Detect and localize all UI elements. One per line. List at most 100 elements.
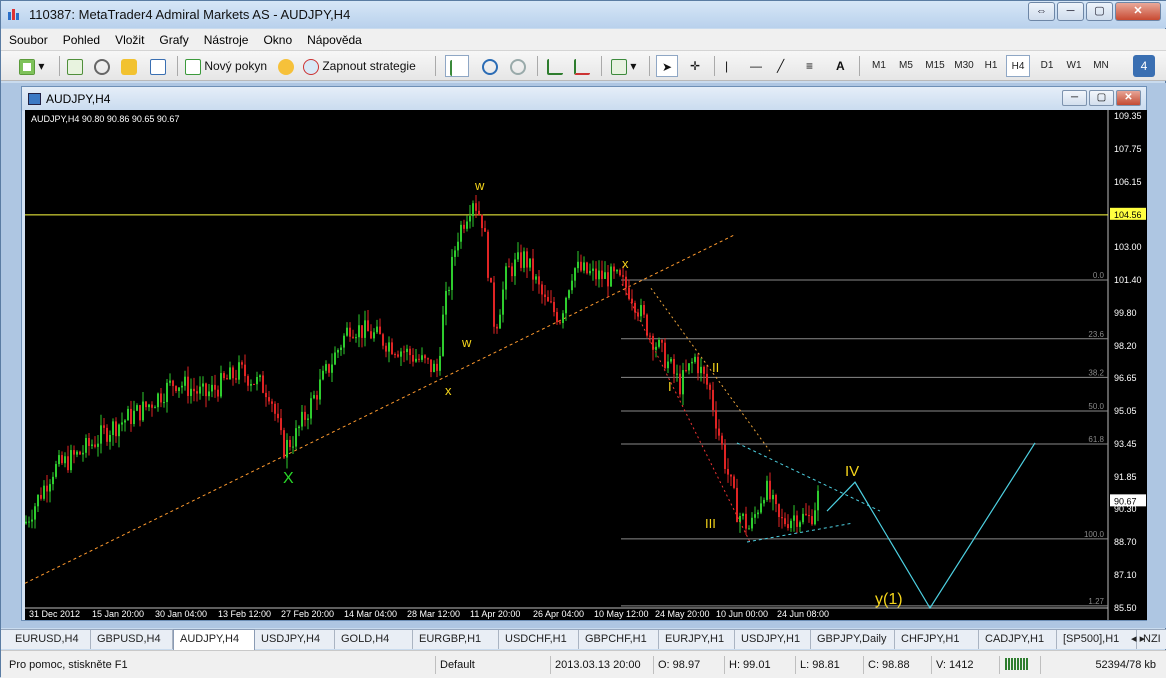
chart-tab[interactable]: CADJPY,H1 <box>979 630 1057 649</box>
candle-body <box>91 444 93 446</box>
candle-body <box>481 214 483 229</box>
chart-tab[interactable]: GBPJPY,Daily <box>811 630 895 649</box>
chart-tab[interactable]: EURUSD,H4 <box>9 630 91 649</box>
candle-body <box>235 378 237 380</box>
chart-close-button[interactable]: ✕ <box>1116 90 1141 106</box>
tf-m1[interactable]: M1 <box>867 55 891 77</box>
tf-m5[interactable]: M5 <box>894 55 918 77</box>
chart-tab[interactable]: CHFJPY,H1 <box>895 630 979 649</box>
chart-tab[interactable]: GOLD,H4 <box>335 630 413 649</box>
restore-arrows-button[interactable]: ⇔ <box>1028 2 1055 21</box>
tf-d1[interactable]: D1 <box>1035 55 1059 77</box>
chart-tab[interactable]: EURGBP,H1 <box>413 630 499 649</box>
chart-canvas[interactable]: 109.35 107.75 106.15 104.56 103.00 101.40 99.8… <box>24 110 1147 620</box>
crosshair-tool[interactable]: ✛ <box>685 55 705 77</box>
menu-grafy[interactable]: Grafy <box>151 29 195 47</box>
tf-h4[interactable]: H4 <box>1006 55 1030 77</box>
chart-minimize-button[interactable]: ─ <box>1062 90 1087 106</box>
candle-body <box>184 376 186 386</box>
candle-body <box>817 490 819 511</box>
tf-mn[interactable]: MN <box>1089 55 1113 77</box>
chart-shift-button[interactable] <box>574 55 590 77</box>
candle-body <box>115 421 117 437</box>
candle-body <box>508 266 510 268</box>
price-chart[interactable]: 109.35 107.75 106.15 104.56 103.00 101.40 99.8… <box>24 110 1147 620</box>
alert-button[interactable] <box>278 55 294 77</box>
vertical-line-tool[interactable]: | <box>725 55 735 77</box>
zoom-out-button[interactable] <box>510 55 526 77</box>
candle-body <box>466 221 468 229</box>
candle-body <box>535 276 537 280</box>
horizontal-line-tool[interactable]: — <box>750 55 766 77</box>
chart-tab[interactable]: USDCHF,H1 <box>499 630 579 649</box>
price-tick-label: 93.45 <box>1114 439 1137 449</box>
candle-body <box>343 335 345 348</box>
menu-nastroje[interactable]: Nástroje <box>196 29 256 47</box>
candle-body <box>805 513 807 515</box>
candle-body <box>361 325 363 338</box>
text-tool[interactable]: A <box>836 55 848 77</box>
chart-background <box>25 110 1147 620</box>
candle-body <box>85 438 87 453</box>
notifications-button[interactable]: 4 <box>1133 55 1155 77</box>
tf-w1[interactable]: W1 <box>1062 55 1086 77</box>
autotrading-label: Zapnout strategie <box>322 59 416 73</box>
candle-body <box>103 425 105 428</box>
chart-tab[interactable]: AUDJPY,H4 <box>173 629 255 650</box>
terminal-button[interactable] <box>150 55 166 77</box>
crosshair-nav-button[interactable] <box>94 55 110 77</box>
indicators-button[interactable]: ▾ <box>611 55 636 77</box>
chart-tab[interactable]: GBPCHF,H1 <box>579 630 659 649</box>
candle-body <box>133 410 135 424</box>
candle-body <box>760 503 762 513</box>
chart-maximize-button[interactable]: ▢ <box>1089 90 1114 106</box>
candle-body <box>691 361 693 364</box>
zoom-in-button[interactable] <box>482 55 498 77</box>
candle-body <box>463 224 465 229</box>
chart-tab[interactable]: USDJPY,H1 <box>735 630 811 649</box>
maximize-button[interactable]: ▢ <box>1086 2 1113 21</box>
vertical-line-icon: | <box>725 59 729 73</box>
tf-h1[interactable]: H1 <box>979 55 1003 77</box>
tile-windows-button[interactable] <box>547 55 563 77</box>
candle-body <box>58 455 60 465</box>
chart-tab[interactable]: GBPUSD,H4 <box>91 630 173 649</box>
zoom-out-icon <box>510 58 526 75</box>
tf-m30[interactable]: M30 <box>951 55 977 77</box>
profiles-button[interactable] <box>67 55 83 77</box>
new-chart-button[interactable]: ▾ <box>19 55 44 77</box>
candle-body <box>322 370 324 380</box>
minimize-button[interactable]: ─ <box>1057 2 1084 21</box>
tile-icon <box>547 58 563 75</box>
favorites-button[interactable] <box>121 55 137 77</box>
chart-ticker-info: AUDJPY,H4 90.80 90.86 90.65 90.67 <box>31 114 180 124</box>
candle-body <box>100 425 102 444</box>
tf-m15[interactable]: M15 <box>921 55 949 77</box>
new-order-button[interactable]: Nový pokyn <box>185 55 267 77</box>
chart-tab[interactable]: USDJPY,H4 <box>255 630 335 649</box>
menu-soubor[interactable]: Soubor <box>1 29 55 47</box>
wave-label: III <box>705 516 716 531</box>
candle-body <box>712 389 714 411</box>
candle-body <box>718 428 720 436</box>
candle-body <box>424 355 426 359</box>
menu-vlozit[interactable]: Vložit <box>107 29 151 47</box>
candle-body <box>484 228 486 232</box>
bar-chart-button[interactable] <box>445 55 469 77</box>
menu-napoveda[interactable]: Nápověda <box>299 29 369 47</box>
candle-body <box>616 270 618 272</box>
candle-body <box>289 439 291 448</box>
candle-body <box>61 455 63 464</box>
menu-okno[interactable]: Okno <box>255 29 299 47</box>
autotrading-button[interactable]: Zapnout strategie <box>303 55 416 77</box>
candle-body <box>745 513 747 529</box>
chart-tab[interactable]: EURJPY,H1 <box>659 630 735 649</box>
candle-body <box>589 270 591 274</box>
fibo-tool[interactable]: ≡ <box>806 55 824 77</box>
tab-scroll-arrows-icon[interactable]: ◂ ▸ <box>1125 630 1151 649</box>
close-button[interactable]: ✕ <box>1115 2 1161 21</box>
trendline-tool[interactable]: ╱ <box>777 55 793 77</box>
menu-pohled[interactable]: Pohled <box>55 29 107 47</box>
candle-body <box>742 513 744 517</box>
cursor-tool[interactable]: ➤ <box>656 55 678 77</box>
